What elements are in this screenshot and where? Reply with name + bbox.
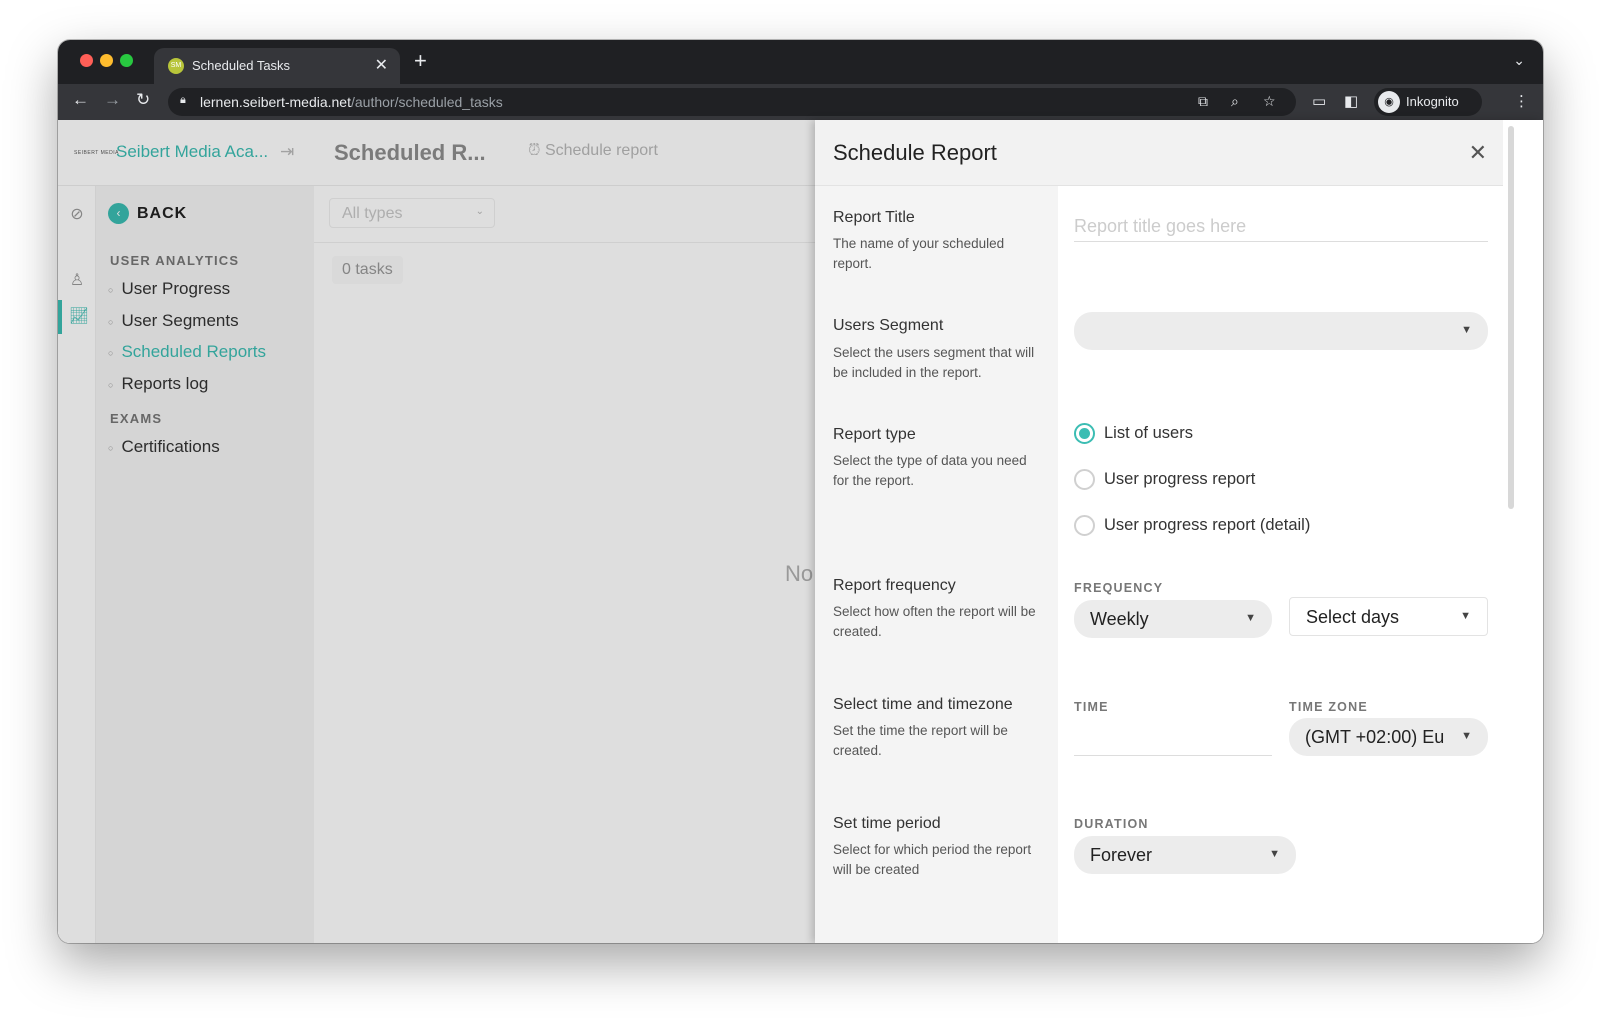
users-segment-heading: Users Segment (833, 317, 944, 334)
side-panel-icon[interactable]: ◧ (1344, 92, 1358, 110)
time-caption: TIME (1074, 700, 1109, 714)
timezone-caption: TIME ZONE (1289, 700, 1368, 714)
duration-select[interactable]: Forever ▼ (1074, 836, 1296, 874)
profile-label: Inkognito (1406, 94, 1459, 109)
tab-search-chevron-icon[interactable]: ⌄ (1513, 52, 1525, 69)
address-bar[interactable]: 🔒︎ lernen.seibert-media.net/author/sched… (168, 88, 1296, 116)
users-segment-desc: Select the users segment that will be in… (833, 345, 1035, 380)
browser-toolbar: ← → ↻ 🔒︎ lernen.seibert-media.net/author… (58, 84, 1543, 120)
back-arrow-icon[interactable]: ← (72, 90, 89, 110)
browser-window: SM Scheduled Tasks ✕ + ⌄ ← → ↻ 🔒︎ lernen… (58, 40, 1543, 943)
caret-down-icon: ▼ (1461, 730, 1472, 742)
cast-icon[interactable]: ▭ (1312, 92, 1326, 110)
reload-icon[interactable]: ↻ (136, 90, 150, 110)
panel-header: Schedule Report ✕ (815, 120, 1503, 186)
scrollbar-thumb[interactable] (1508, 126, 1514, 509)
panel-scrollbar[interactable] (1503, 120, 1543, 943)
tab-strip: SM Scheduled Tasks ✕ + ⌄ (58, 40, 1543, 84)
frequency-desc: Select how often the report will be crea… (833, 604, 1036, 639)
browser-tab-scheduled-tasks[interactable]: SM Scheduled Tasks ✕ (154, 48, 400, 84)
schedule-report-panel: Schedule Report ✕ Report Title The name … (815, 120, 1543, 943)
panel-body: Report Title The name of your scheduled … (815, 186, 1503, 943)
time-desc: Set the time the report will be created. (833, 723, 1008, 758)
time-heading: Select time and timezone (833, 696, 1013, 713)
report-title-heading: Report Title (833, 209, 915, 226)
maximize-window-button[interactable] (120, 54, 133, 67)
report-title-desc: The name of your scheduled report. (833, 236, 1005, 271)
close-icon[interactable]: ✕ (1469, 140, 1487, 166)
tab-title: Scheduled Tasks (192, 58, 291, 73)
radio-unchecked-icon (1074, 515, 1095, 536)
report-type-heading: Report type (833, 426, 916, 443)
caret-down-icon: ▼ (1269, 848, 1280, 860)
caret-down-icon: ▼ (1245, 612, 1256, 624)
app: SEIBERT MEDIA Seibert Media Aca... ⇥ Sch… (58, 120, 1543, 943)
incognito-icon: ◉ (1378, 91, 1400, 113)
new-tab-icon[interactable]: + (414, 48, 427, 74)
translate-icon[interactable]: ⧉ (1198, 93, 1208, 110)
bookmark-star-icon[interactable]: ☆ (1263, 93, 1276, 110)
frequency-caption: FREQUENCY (1074, 581, 1164, 595)
duration-caption: DURATION (1074, 817, 1149, 831)
close-window-button[interactable] (80, 54, 93, 67)
caret-down-icon: ▼ (1461, 324, 1472, 336)
period-desc: Select for which period the report will … (833, 842, 1032, 877)
panel-title: Schedule Report (833, 140, 997, 165)
forward-arrow-icon[interactable]: → (104, 90, 121, 110)
caret-down-icon: ▼ (1460, 610, 1471, 622)
timezone-select[interactable]: (GMT +02:00) Eu ▼ (1289, 718, 1488, 756)
period-heading: Set time period (833, 815, 941, 832)
url-text: lernen.seibert-media.net/author/schedule… (200, 94, 503, 110)
zoom-icon[interactable]: ⌕ (1231, 93, 1239, 110)
modal-overlay[interactable] (58, 120, 815, 943)
lock-icon: 🔒︎ (180, 94, 186, 106)
tab-close-icon[interactable]: ✕ (375, 55, 388, 75)
users-segment-select[interactable]: ▼ (1074, 312, 1488, 350)
time-input[interactable] (1074, 718, 1272, 756)
report-title-input[interactable]: Report title goes here (1074, 208, 1488, 242)
frequency-select[interactable]: Weekly ▼ (1074, 600, 1272, 638)
favicon-icon: SM (168, 58, 184, 74)
browser-menu-icon[interactable]: ⋮ (1514, 92, 1529, 110)
radio-checked-icon (1074, 423, 1095, 444)
radio-unchecked-icon (1074, 469, 1095, 490)
incognito-profile-button[interactable]: ◉ Inkognito (1374, 88, 1482, 116)
report-type-desc: Select the type of data you need for the… (833, 453, 1027, 488)
minimize-window-button[interactable] (100, 54, 113, 67)
select-days-dropdown[interactable]: Select days ▼ (1289, 597, 1488, 636)
frequency-heading: Report frequency (833, 577, 956, 594)
